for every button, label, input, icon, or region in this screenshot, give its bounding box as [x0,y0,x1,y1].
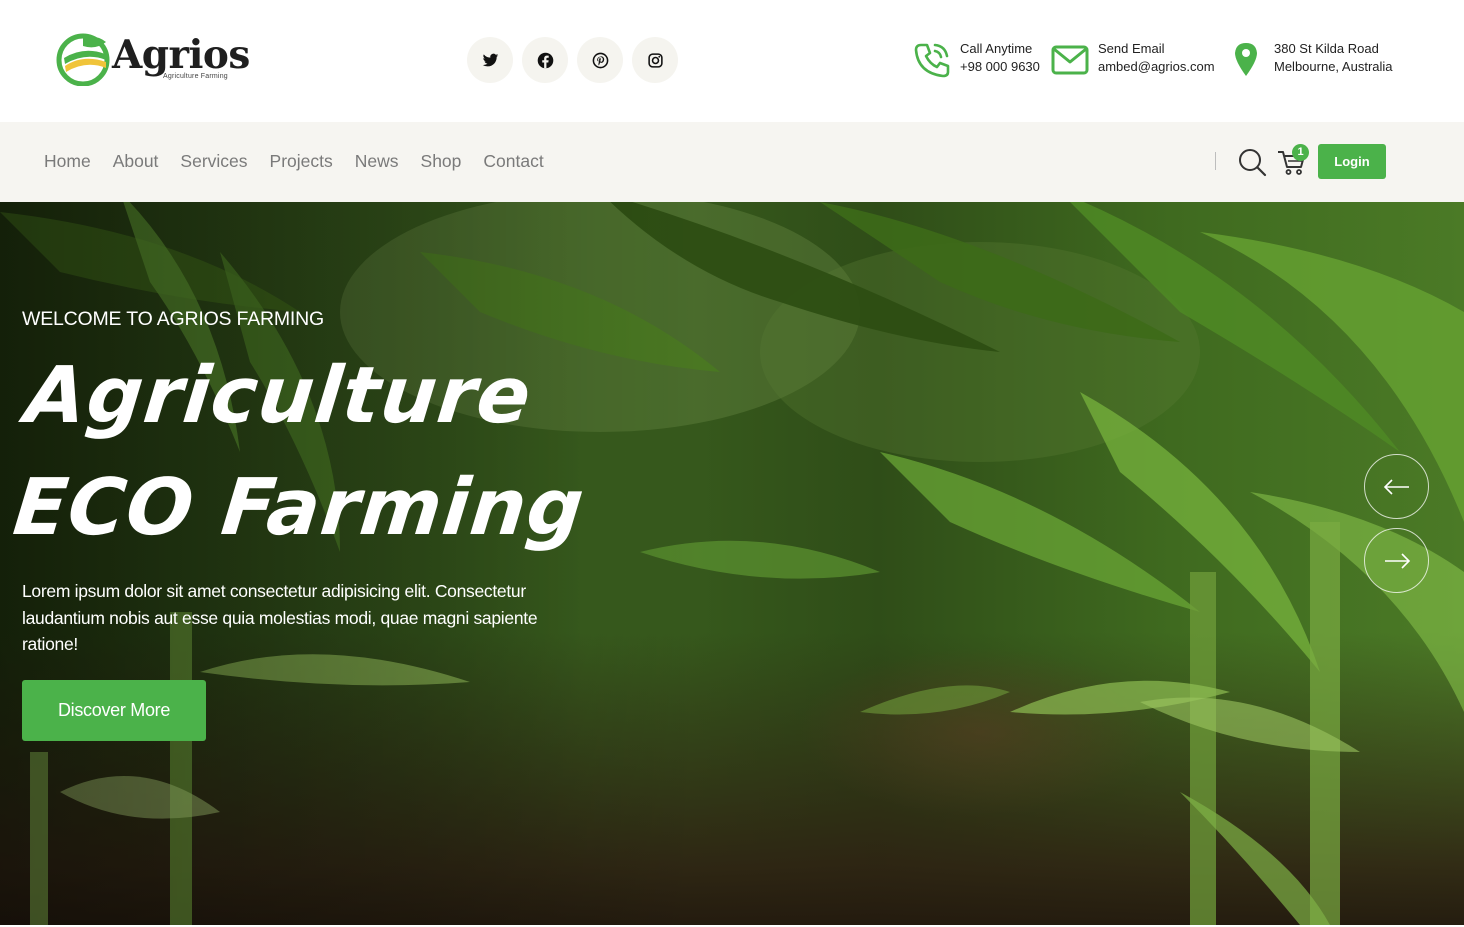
hero-title-line1: Agriculture [21,351,536,441]
address-line1: 380 St Kilda Road [1274,41,1379,56]
slider-next-button[interactable] [1364,528,1429,593]
nav-item-home[interactable]: Home [44,150,91,172]
nav-item-projects[interactable]: Projects [270,150,333,172]
map-pin-icon [1226,40,1266,80]
arrow-right-icon [1384,552,1410,569]
call-value: +98 000 9630 [960,59,1040,74]
nav-divider [1215,152,1216,170]
twitter-link[interactable] [467,37,513,83]
instagram-icon [647,52,663,68]
facebook-icon [537,52,553,68]
hero-title: Agriculture ECO Farming [8,340,601,564]
brand-logo[interactable]: Agrios Agriculture Farming [56,31,250,91]
call-label: Call Anytime [960,41,1033,56]
social-links [467,37,678,83]
logo-mark-icon [56,33,110,86]
login-button[interactable]: Login [1318,144,1386,179]
brand-name: Agrios [112,32,250,78]
phone-icon [912,40,952,80]
brand-tagline: Agriculture Farming [163,73,228,80]
facebook-link[interactable] [522,37,568,83]
nav-menu: Home About Services Projects News Shop C… [44,150,566,172]
discover-more-button[interactable]: Discover More [22,680,206,741]
nav-item-services[interactable]: Services [180,150,247,172]
contact-address[interactable]: 380 St Kilda Road Melbourne, Australia [1226,40,1393,80]
email-label: Send Email [1098,41,1165,56]
email-value: ambed@agrios.com [1098,59,1215,74]
instagram-link[interactable] [632,37,678,83]
hero-description: Lorem ipsum dolor sit amet consectetur a… [22,581,538,654]
top-bar: Agrios Agriculture Farming Call Anytime … [0,0,1464,122]
pinterest-link[interactable] [577,37,623,83]
hero-subtitle: WELCOME TO AGRIOS FARMING [22,308,324,330]
nav-item-contact[interactable]: Contact [483,150,543,172]
contact-email[interactable]: Send Email ambed@agrios.com [1050,40,1215,80]
nav-item-news[interactable]: News [355,150,399,172]
envelope-icon [1050,40,1090,80]
nav-item-about[interactable]: About [113,150,159,172]
arrow-left-icon [1383,478,1409,495]
contact-call[interactable]: Call Anytime +98 000 9630 [912,40,1040,80]
cart-count-badge: 1 [1292,144,1309,161]
address-line2: Melbourne, Australia [1274,59,1393,74]
search-icon[interactable] [1237,147,1267,177]
slider-prev-button[interactable] [1364,454,1429,519]
main-navbar: Home About Services Projects News Shop C… [0,122,1464,202]
hero-title-line2: ECO Farming [9,463,589,553]
pinterest-icon [592,52,608,68]
twitter-icon [482,53,498,66]
nav-item-shop[interactable]: Shop [421,150,462,172]
